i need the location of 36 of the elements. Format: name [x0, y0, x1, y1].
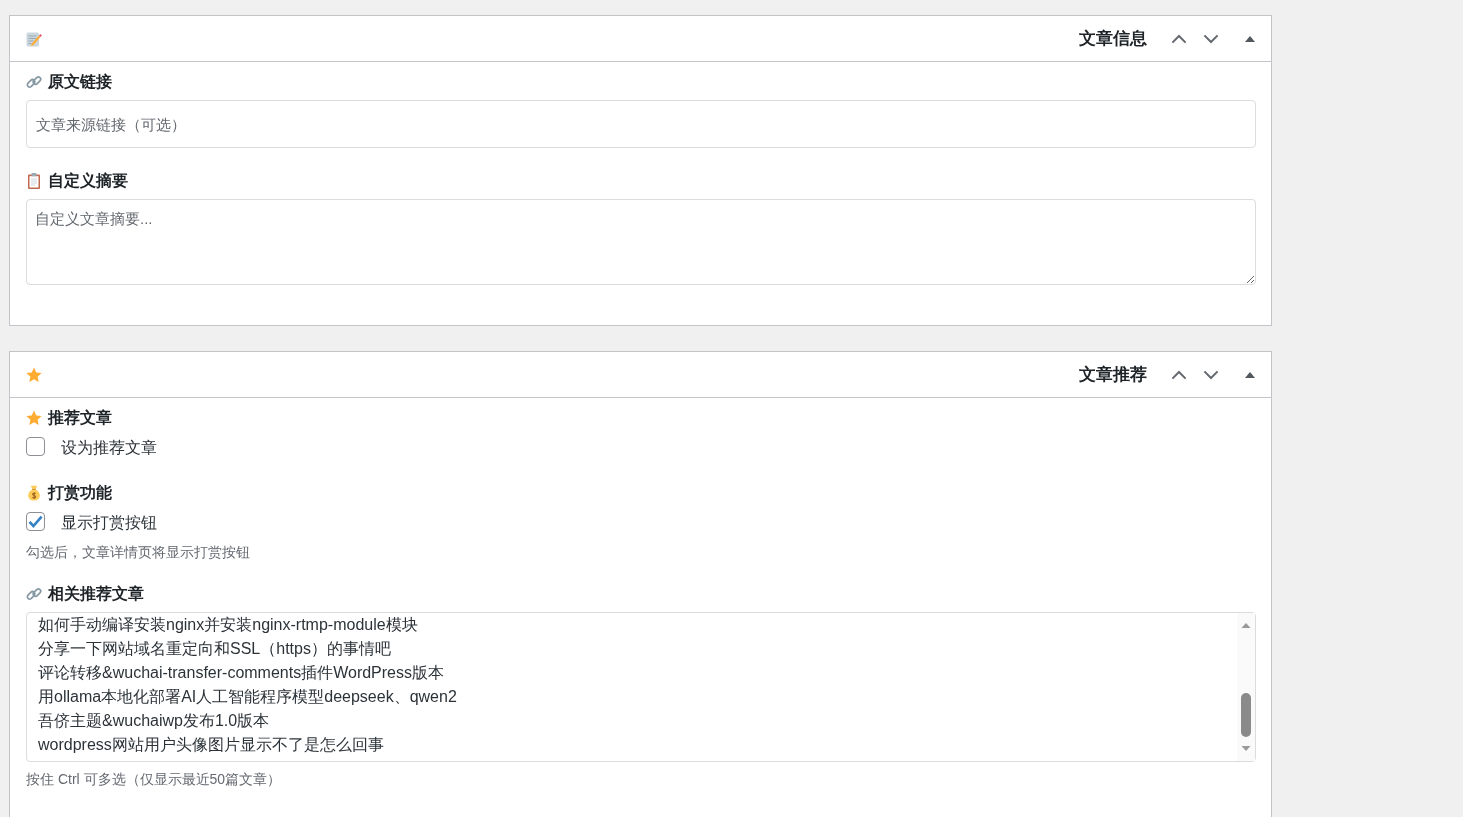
list-option[interactable]: 吾侪主题&wuchaiwp发布1.0版本	[27, 709, 1237, 733]
field-label: 自定义摘要	[48, 171, 128, 191]
money-bag-icon	[26, 485, 42, 501]
checkbox[interactable]	[26, 512, 45, 531]
textarea-field[interactable]: 自定义文章摘要...	[26, 199, 1256, 285]
field-label: 相关推荐文章	[48, 584, 144, 604]
panel-title: 文章信息	[1079, 27, 1147, 50]
chevron-down-icon	[1203, 369, 1219, 380]
list-option[interactable]: wordpress网站用户头像图片显示不了是怎么回事	[27, 733, 1237, 757]
list-option[interactable]: 如何手动编译安装nginx并安装nginx-rtmp-module模块	[27, 613, 1237, 637]
field-label: 原文链接	[48, 72, 112, 92]
list-option[interactable]: 分享一下网站域名重定向和SSL（https）的事情吧	[27, 637, 1237, 661]
checkbox-label[interactable]: 显示打赏按钮	[61, 513, 157, 533]
triangle-up-icon	[1245, 371, 1255, 378]
link-icon	[26, 586, 42, 602]
checkmark-icon	[28, 515, 43, 528]
link-icon	[26, 74, 42, 90]
listbox[interactable]: 如何手动编译安装nginx并安装nginx-rtmp-module模块 分享一下网站域名重定向和SSL（https）的事情吧 评论转移&wuchai-transfer-comments插件WordPress版本 用ollama本地化部署AI人工智能程序模型deepseek、qwen2 吾侪主题&wuchaiwp发布1.0版本 wordpress网站用户头像图片显示不了是怎么回事	[26, 612, 1256, 762]
list-option[interactable]: 用ollama本地化部署AI人工智能程序模型deepseek、qwen2	[27, 685, 1237, 709]
field-label: 推荐文章	[48, 408, 112, 428]
checkbox-label[interactable]: 设为推荐文章	[61, 438, 157, 458]
triangle-up-icon	[1245, 35, 1255, 42]
list-option[interactable]: 评论转移&wuchai-transfer-comments插件WordPress版本	[27, 661, 1237, 685]
chevron-up-icon	[1171, 33, 1187, 44]
chevron-down-icon	[1203, 33, 1219, 44]
help-text: 按住 Ctrl 可多选（仅显示最近50篇文章）	[26, 770, 282, 788]
panel-title: 文章推荐	[1079, 363, 1147, 386]
field-label: 打赏功能	[48, 483, 112, 503]
memo-icon	[26, 30, 42, 47]
clipboard-icon	[26, 173, 42, 189]
star-icon	[26, 366, 42, 383]
chevron-up-icon	[1171, 369, 1187, 380]
checkbox[interactable]	[26, 437, 45, 456]
help-text: 勾选后，文章详情页将显示打赏按钮	[26, 543, 250, 561]
star-icon	[26, 410, 42, 426]
input-field[interactable]: 文章来源链接（可选）	[26, 100, 1256, 148]
